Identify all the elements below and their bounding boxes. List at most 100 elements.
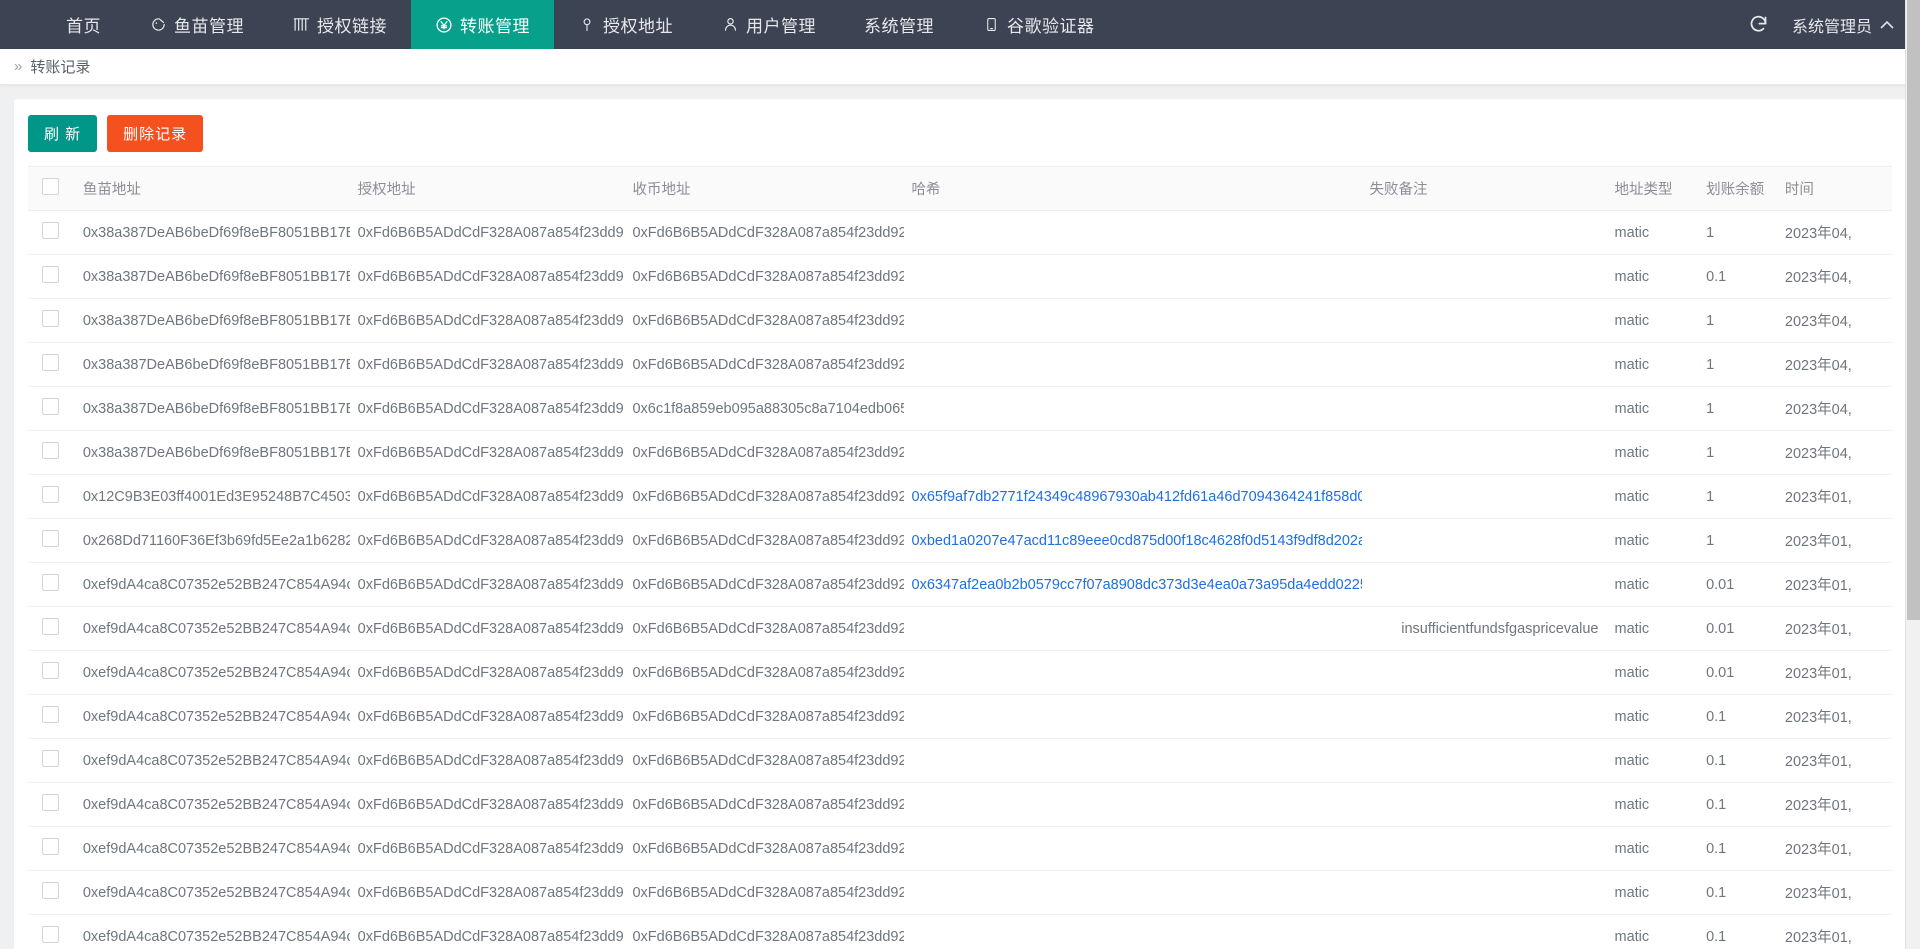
header-fail-note[interactable]: 失败备注 <box>1362 167 1607 211</box>
nav-item-1[interactable]: 首页 <box>42 0 125 49</box>
row-checkbox[interactable] <box>42 794 59 811</box>
cell-amount: 0.1 <box>1698 739 1777 783</box>
row-checkbox[interactable] <box>42 486 59 503</box>
header-fish-address[interactable]: 鱼苗地址 <box>75 167 350 211</box>
table-row[interactable]: 0xef9dA4ca8C07352e52BB247C854A94cd88f50e… <box>28 607 1892 651</box>
header-amount[interactable]: 划账余额 <box>1698 167 1777 211</box>
table-row[interactable]: 0x38a387DeAB6beDf69f8eBF8051BB17E29A4055… <box>28 343 1892 387</box>
nav-menu: 首页 鱼苗管理授权链接转账管理授权地址用户管理系统管理 谷歌验证器 <box>42 0 1119 49</box>
row-checkbox[interactable] <box>42 530 59 547</box>
cell-auth-address-text: 0xFd6B6B5ADdCdF328A087a854f23dd9216Ca183… <box>358 621 625 637</box>
cell-auth-address-text: 0xFd6B6B5ADdCdF328A087a854f23dd9216Ca183… <box>358 357 625 373</box>
cell-auth-address-text: 0xFd6B6B5ADdCdF328A087a854f23dd9216Ca183… <box>358 577 625 593</box>
nav-item-2[interactable]: 鱼苗管理 <box>125 0 268 49</box>
nav-item-3[interactable]: 授权链接 <box>268 0 411 49</box>
cell-recv-address-text: 0x6c1f8a859eb095a88305c8a7104edb065ef55a… <box>632 401 903 417</box>
nav-item-6[interactable]: 用户管理 <box>697 0 840 49</box>
cell-auth-address: 0xFd6B6B5ADdCdF328A087a854f23dd9216Ca183… <box>350 827 625 871</box>
table-row[interactable]: 0xef9dA4ca8C07352e52BB247C854A94cd88f50e… <box>28 739 1892 783</box>
cell-fish-address: 0xef9dA4ca8C07352e52BB247C854A94cd88f50e… <box>75 827 350 871</box>
hash-link[interactable]: 0x6347af2ea0b2b0579cc7f07a8908dc373d3e4e… <box>912 577 1362 593</box>
cell-hash <box>904 299 1362 343</box>
cell-fish-address: 0x38a387DeAB6beDf69f8eBF8051BB17E29A4055… <box>75 343 350 387</box>
cell-amount-text: 0.01 <box>1706 577 1734 593</box>
row-checkbox[interactable] <box>42 574 59 591</box>
nav-item-5[interactable]: 授权地址 <box>554 0 697 49</box>
row-checkbox[interactable] <box>42 926 59 943</box>
user-menu[interactable]: 系统管理员 <box>1782 0 1920 49</box>
cell-amount: 0.1 <box>1698 783 1777 827</box>
header-hash[interactable]: 哈希 <box>904 167 1362 211</box>
delete-records-button[interactable]: 删除记录 <box>107 115 203 152</box>
row-checkbox[interactable] <box>42 310 59 327</box>
cell-fish-address-text: 0xef9dA4ca8C07352e52BB247C854A94cd88f50e… <box>83 797 350 813</box>
cell-auth-address: 0xFd6B6B5ADdCdF328A087a854f23dd9216Ca183… <box>350 255 625 299</box>
hash-link[interactable]: 0x65f9af7db2771f24349c48967930ab412fd61a… <box>912 489 1362 505</box>
cell-addr-type: matic <box>1606 739 1698 783</box>
cell-recv-address: 0xFd6B6B5ADdCdF328A087a854f23dd9216Ca183… <box>624 739 903 783</box>
row-checkbox[interactable] <box>42 442 59 459</box>
header-addr-type[interactable]: 地址类型 <box>1606 167 1698 211</box>
refresh-button[interactable]: 刷 新 <box>28 115 97 152</box>
cell-addr-type-text: matic <box>1614 929 1649 945</box>
table-row[interactable]: 0xef9dA4ca8C07352e52BB247C854A94cd88f50e… <box>28 695 1892 739</box>
nav-item-7[interactable]: 系统管理 <box>840 0 958 49</box>
hash-link[interactable]: 0xbed1a0207e47acd11c89eee0cd875d00f18c46… <box>912 533 1362 549</box>
scrollbar-thumb[interactable] <box>1907 0 1920 620</box>
cell-time-text: 2023年04, <box>1785 270 1852 286</box>
cell-hash <box>904 387 1362 431</box>
nav-item-label: 谷歌验证器 <box>1007 12 1095 37</box>
cell-time-text: 2023年04, <box>1785 446 1852 462</box>
row-checkbox[interactable] <box>42 618 59 635</box>
table-row[interactable]: 0xef9dA4ca8C07352e52BB247C854A94cd88f50e… <box>28 871 1892 915</box>
cell-recv-address: 0xFd6B6B5ADdCdF328A087a854f23dd9216Ca183… <box>624 255 903 299</box>
cell-recv-address-text: 0xFd6B6B5ADdCdF328A087a854f23dd9216Ca183… <box>632 885 903 901</box>
table-row[interactable]: 0xef9dA4ca8C07352e52BB247C854A94cd88f50e… <box>28 783 1892 827</box>
row-checkbox[interactable] <box>42 266 59 283</box>
table-row[interactable]: 0x268Dd71160F36Ef3b69fd5Ee2a1b62822A961C… <box>28 519 1892 563</box>
row-checkbox[interactable] <box>42 882 59 899</box>
cell-time-text: 2023年01, <box>1785 534 1852 550</box>
cell-time-text: 2023年01, <box>1785 842 1852 858</box>
cell-addr-type: matic <box>1606 299 1698 343</box>
cell-amount-text: 1 <box>1706 533 1714 549</box>
header-auth-address[interactable]: 授权地址 <box>350 167 625 211</box>
row-checkbox[interactable] <box>42 750 59 767</box>
header-recv-address[interactable]: 收币地址 <box>624 167 903 211</box>
table-row[interactable]: 0x38a387DeAB6beDf69f8eBF8051BB17E29A4055… <box>28 387 1892 431</box>
select-all-checkbox[interactable] <box>42 178 59 195</box>
table-row[interactable]: 0x38a387DeAB6beDf69f8eBF8051BB17E29A4055… <box>28 255 1892 299</box>
table-row[interactable]: 0xef9dA4ca8C07352e52BB247C854A94cd88f50e… <box>28 827 1892 871</box>
table-row[interactable]: 0x38a387DeAB6beDf69f8eBF8051BB17E29A4055… <box>28 299 1892 343</box>
header-time[interactable]: 时间 <box>1777 167 1892 211</box>
cell-amount-text: 0.1 <box>1706 797 1726 813</box>
cell-hash <box>904 871 1362 915</box>
row-checkbox[interactable] <box>42 354 59 371</box>
table-row[interactable]: 0xef9dA4ca8C07352e52BB247C854A94cd88f50e… <box>28 651 1892 695</box>
row-checkbox[interactable] <box>42 838 59 855</box>
cell-fail-note <box>1362 563 1607 607</box>
cell-time: 2023年04, <box>1777 431 1892 475</box>
table-row[interactable]: 0x12C9B3E03ff4001Ed3E95248B7C45034f0B542… <box>28 475 1892 519</box>
cell-time: 2023年01, <box>1777 739 1892 783</box>
nav-item-label: 鱼苗管理 <box>174 12 244 37</box>
cell-fail-note <box>1362 343 1607 387</box>
nav-item-4[interactable]: 转账管理 <box>411 0 554 49</box>
cell-addr-type-text: matic <box>1614 269 1649 285</box>
row-checkbox[interactable] <box>42 706 59 723</box>
table-row[interactable]: 0xef9dA4ca8C07352e52BB247C854A94cd88f50e… <box>28 563 1892 607</box>
table-row[interactable]: 0x38a387DeAB6beDf69f8eBF8051BB17E29A4055… <box>28 431 1892 475</box>
row-checkbox[interactable] <box>42 662 59 679</box>
cell-time-text: 2023年01, <box>1785 666 1852 682</box>
cell-addr-type: matic <box>1606 871 1698 915</box>
table-row[interactable]: 0xef9dA4ca8C07352e52BB247C854A94cd88f50e… <box>28 915 1892 949</box>
row-checkbox[interactable] <box>42 222 59 239</box>
refresh-icon[interactable] <box>1736 0 1782 49</box>
nav-item-8[interactable]: 谷歌验证器 <box>958 0 1119 49</box>
cell-fail-note-text: insufficientfundsfgaspricevalue <box>1401 621 1598 637</box>
row-checkbox[interactable] <box>42 398 59 415</box>
cell-fail-note <box>1362 871 1607 915</box>
cell-amount: 0.1 <box>1698 695 1777 739</box>
vertical-scrollbar[interactable] <box>1905 0 1920 949</box>
table-row[interactable]: 0x38a387DeAB6beDf69f8eBF8051BB17E29A4055… <box>28 211 1892 255</box>
